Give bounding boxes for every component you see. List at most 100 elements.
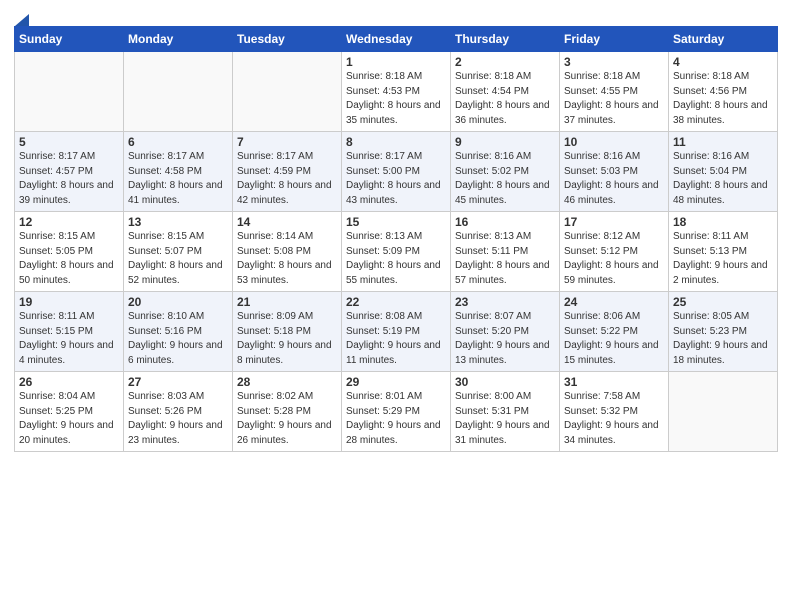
day-number: 12 <box>19 215 119 229</box>
day-cell-31: 31Sunrise: 7:58 AM Sunset: 5:32 PM Dayli… <box>560 372 669 452</box>
day-number: 10 <box>564 135 664 149</box>
week-row-5: 26Sunrise: 8:04 AM Sunset: 5:25 PM Dayli… <box>15 372 778 452</box>
day-number: 7 <box>237 135 337 149</box>
day-cell-27: 27Sunrise: 8:03 AM Sunset: 5:26 PM Dayli… <box>124 372 233 452</box>
weekday-header-sunday: Sunday <box>15 27 124 52</box>
day-number: 3 <box>564 55 664 69</box>
day-cell-22: 22Sunrise: 8:08 AM Sunset: 5:19 PM Dayli… <box>342 292 451 372</box>
day-info: Sunrise: 8:18 AM Sunset: 4:54 PM Dayligh… <box>455 70 555 128</box>
day-cell-7: 7Sunrise: 8:17 AM Sunset: 4:59 PM Daylig… <box>233 132 342 212</box>
day-number: 11 <box>673 135 773 149</box>
page-header <box>14 10 778 20</box>
day-info: Sunrise: 8:03 AM Sunset: 5:26 PM Dayligh… <box>128 390 228 448</box>
day-info: Sunrise: 8:04 AM Sunset: 5:25 PM Dayligh… <box>19 390 119 448</box>
day-info: Sunrise: 8:16 AM Sunset: 5:04 PM Dayligh… <box>673 150 773 208</box>
day-cell-21: 21Sunrise: 8:09 AM Sunset: 5:18 PM Dayli… <box>233 292 342 372</box>
day-cell-10: 10Sunrise: 8:16 AM Sunset: 5:03 PM Dayli… <box>560 132 669 212</box>
day-number: 6 <box>128 135 228 149</box>
day-number: 13 <box>128 215 228 229</box>
day-info: Sunrise: 8:13 AM Sunset: 5:11 PM Dayligh… <box>455 230 555 288</box>
week-row-3: 12Sunrise: 8:15 AM Sunset: 5:05 PM Dayli… <box>15 212 778 292</box>
weekday-header-row: SundayMondayTuesdayWednesdayThursdayFrid… <box>15 27 778 52</box>
weekday-header-monday: Monday <box>124 27 233 52</box>
day-number: 28 <box>237 375 337 389</box>
day-info: Sunrise: 8:16 AM Sunset: 5:03 PM Dayligh… <box>564 150 664 208</box>
day-info: Sunrise: 8:18 AM Sunset: 4:53 PM Dayligh… <box>346 70 446 128</box>
day-cell-3: 3Sunrise: 8:18 AM Sunset: 4:55 PM Daylig… <box>560 52 669 132</box>
day-info: Sunrise: 8:01 AM Sunset: 5:29 PM Dayligh… <box>346 390 446 448</box>
empty-cell <box>15 52 124 132</box>
day-info: Sunrise: 8:17 AM Sunset: 4:57 PM Dayligh… <box>19 150 119 208</box>
day-cell-28: 28Sunrise: 8:02 AM Sunset: 5:28 PM Dayli… <box>233 372 342 452</box>
day-number: 5 <box>19 135 119 149</box>
day-info: Sunrise: 8:16 AM Sunset: 5:02 PM Dayligh… <box>455 150 555 208</box>
day-number: 2 <box>455 55 555 69</box>
day-cell-20: 20Sunrise: 8:10 AM Sunset: 5:16 PM Dayli… <box>124 292 233 372</box>
day-cell-13: 13Sunrise: 8:15 AM Sunset: 5:07 PM Dayli… <box>124 212 233 292</box>
day-number: 20 <box>128 295 228 309</box>
day-info: Sunrise: 8:15 AM Sunset: 5:05 PM Dayligh… <box>19 230 119 288</box>
day-info: Sunrise: 8:08 AM Sunset: 5:19 PM Dayligh… <box>346 310 446 368</box>
day-info: Sunrise: 8:15 AM Sunset: 5:07 PM Dayligh… <box>128 230 228 288</box>
weekday-header-saturday: Saturday <box>669 27 778 52</box>
day-cell-26: 26Sunrise: 8:04 AM Sunset: 5:25 PM Dayli… <box>15 372 124 452</box>
day-number: 15 <box>346 215 446 229</box>
day-info: Sunrise: 8:17 AM Sunset: 4:59 PM Dayligh… <box>237 150 337 208</box>
day-info: Sunrise: 8:02 AM Sunset: 5:28 PM Dayligh… <box>237 390 337 448</box>
week-row-1: 1Sunrise: 8:18 AM Sunset: 4:53 PM Daylig… <box>15 52 778 132</box>
day-info: Sunrise: 8:06 AM Sunset: 5:22 PM Dayligh… <box>564 310 664 368</box>
day-number: 31 <box>564 375 664 389</box>
day-cell-11: 11Sunrise: 8:16 AM Sunset: 5:04 PM Dayli… <box>669 132 778 212</box>
calendar-table: SundayMondayTuesdayWednesdayThursdayFrid… <box>14 26 778 452</box>
day-info: Sunrise: 8:17 AM Sunset: 5:00 PM Dayligh… <box>346 150 446 208</box>
weekday-header-wednesday: Wednesday <box>342 27 451 52</box>
day-info: Sunrise: 8:18 AM Sunset: 4:56 PM Dayligh… <box>673 70 773 128</box>
day-cell-4: 4Sunrise: 8:18 AM Sunset: 4:56 PM Daylig… <box>669 52 778 132</box>
day-number: 21 <box>237 295 337 309</box>
day-cell-18: 18Sunrise: 8:11 AM Sunset: 5:13 PM Dayli… <box>669 212 778 292</box>
day-number: 1 <box>346 55 446 69</box>
day-info: Sunrise: 8:18 AM Sunset: 4:55 PM Dayligh… <box>564 70 664 128</box>
day-number: 8 <box>346 135 446 149</box>
day-cell-19: 19Sunrise: 8:11 AM Sunset: 5:15 PM Dayli… <box>15 292 124 372</box>
day-number: 29 <box>346 375 446 389</box>
day-number: 30 <box>455 375 555 389</box>
day-info: Sunrise: 8:12 AM Sunset: 5:12 PM Dayligh… <box>564 230 664 288</box>
day-cell-1: 1Sunrise: 8:18 AM Sunset: 4:53 PM Daylig… <box>342 52 451 132</box>
day-number: 24 <box>564 295 664 309</box>
day-cell-25: 25Sunrise: 8:05 AM Sunset: 5:23 PM Dayli… <box>669 292 778 372</box>
day-info: Sunrise: 8:05 AM Sunset: 5:23 PM Dayligh… <box>673 310 773 368</box>
day-info: Sunrise: 8:11 AM Sunset: 5:13 PM Dayligh… <box>673 230 773 288</box>
day-cell-24: 24Sunrise: 8:06 AM Sunset: 5:22 PM Dayli… <box>560 292 669 372</box>
week-row-4: 19Sunrise: 8:11 AM Sunset: 5:15 PM Dayli… <box>15 292 778 372</box>
day-cell-30: 30Sunrise: 8:00 AM Sunset: 5:31 PM Dayli… <box>451 372 560 452</box>
day-cell-14: 14Sunrise: 8:14 AM Sunset: 5:08 PM Dayli… <box>233 212 342 292</box>
day-number: 23 <box>455 295 555 309</box>
empty-cell <box>124 52 233 132</box>
weekday-header-thursday: Thursday <box>451 27 560 52</box>
day-info: Sunrise: 8:00 AM Sunset: 5:31 PM Dayligh… <box>455 390 555 448</box>
day-cell-15: 15Sunrise: 8:13 AM Sunset: 5:09 PM Dayli… <box>342 212 451 292</box>
day-info: Sunrise: 8:17 AM Sunset: 4:58 PM Dayligh… <box>128 150 228 208</box>
day-number: 18 <box>673 215 773 229</box>
day-number: 19 <box>19 295 119 309</box>
day-info: Sunrise: 8:07 AM Sunset: 5:20 PM Dayligh… <box>455 310 555 368</box>
empty-cell <box>669 372 778 452</box>
week-row-2: 5Sunrise: 8:17 AM Sunset: 4:57 PM Daylig… <box>15 132 778 212</box>
day-cell-29: 29Sunrise: 8:01 AM Sunset: 5:29 PM Dayli… <box>342 372 451 452</box>
day-cell-16: 16Sunrise: 8:13 AM Sunset: 5:11 PM Dayli… <box>451 212 560 292</box>
weekday-header-tuesday: Tuesday <box>233 27 342 52</box>
logo-triangle-icon <box>15 14 29 26</box>
weekday-header-friday: Friday <box>560 27 669 52</box>
day-info: Sunrise: 8:13 AM Sunset: 5:09 PM Dayligh… <box>346 230 446 288</box>
day-number: 26 <box>19 375 119 389</box>
day-info: Sunrise: 7:58 AM Sunset: 5:32 PM Dayligh… <box>564 390 664 448</box>
day-number: 25 <box>673 295 773 309</box>
day-number: 27 <box>128 375 228 389</box>
day-info: Sunrise: 8:11 AM Sunset: 5:15 PM Dayligh… <box>19 310 119 368</box>
day-info: Sunrise: 8:14 AM Sunset: 5:08 PM Dayligh… <box>237 230 337 288</box>
day-number: 22 <box>346 295 446 309</box>
day-number: 16 <box>455 215 555 229</box>
calendar-page: SundayMondayTuesdayWednesdayThursdayFrid… <box>0 0 792 612</box>
empty-cell <box>233 52 342 132</box>
